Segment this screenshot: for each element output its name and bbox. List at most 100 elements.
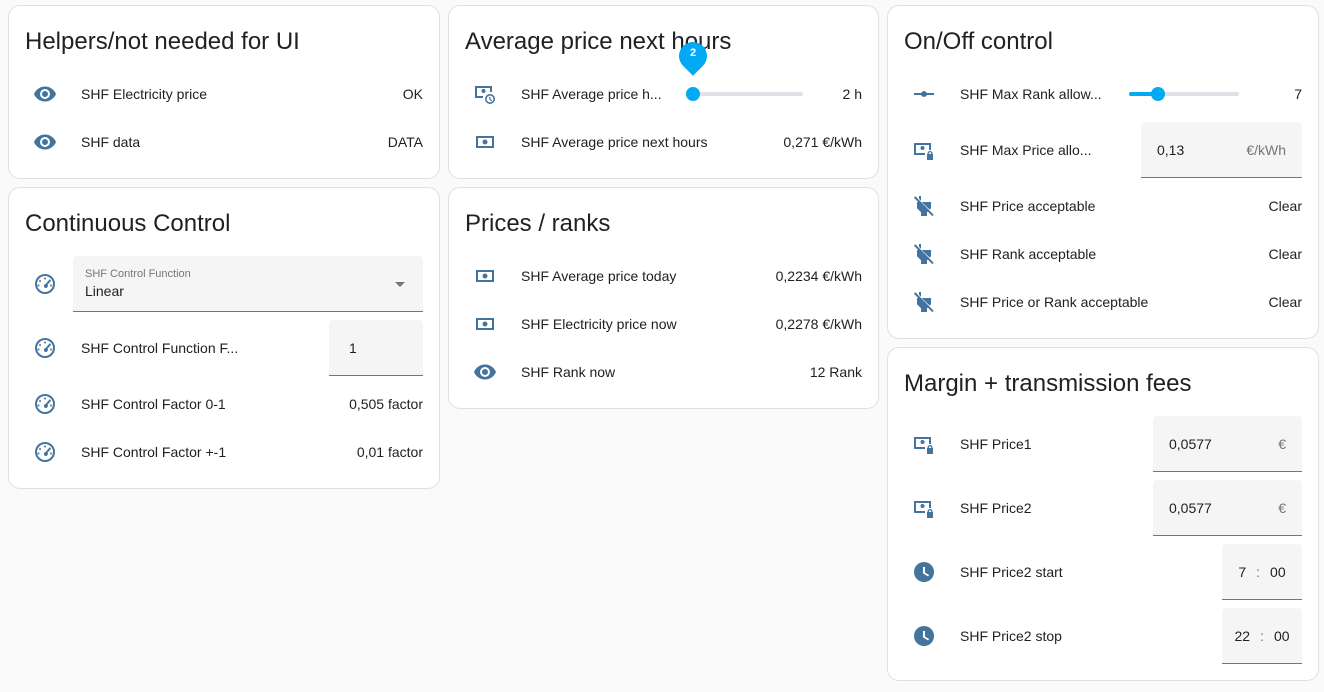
slider-pin-label: 2 [689,47,697,59]
card-title: Helpers/not needed for UI [25,28,300,55]
entity-row[interactable]: SHF Average price today 0,2234 €/kWh [465,264,862,288]
time-row: SHF Price2 stop 22 : 00 [904,608,1302,664]
entity-state: Clear [1268,198,1302,214]
input-value: 1 [349,339,357,356]
input-suffix: € [1278,499,1286,516]
time-hour[interactable]: 22 [1234,628,1250,644]
slider-knob[interactable] [1150,87,1165,101]
average-price-card: Average price next hours SHF Average pri… [448,5,879,179]
gauge-icon [25,272,65,296]
card-title: Continuous Control [25,210,231,237]
entity-label: SHF Average price h... [521,86,662,102]
time-minute[interactable]: 00 [1270,564,1286,580]
entity-label: SHF data [81,134,141,150]
helpers-card: Helpers/not needed for UI SHF Electricit… [8,5,440,179]
entity-label: SHF Price2 [960,500,1032,516]
entity-state: DATA [387,134,423,150]
gauge-icon [25,392,65,416]
continuous-control-card: Continuous Control SHF Control Function … [8,187,440,489]
onoff-control-card: On/Off control SHF Max Rank allow... 7 S… [887,5,1319,339]
card-title: Margin + transmission fees [904,370,1192,397]
gauge-icon [25,336,65,360]
entity-label: SHF Price or Rank acceptable [960,294,1149,310]
entity-row[interactable]: SHF data DATA [25,130,423,154]
slider-track [693,92,803,96]
entity-label: SHF Price2 stop [960,628,1062,644]
gauge-icon [25,440,65,464]
entity-state: Clear [1268,246,1302,262]
entity-state: 0,505 factor [349,396,423,412]
power-plug-off-icon [904,242,944,266]
entity-label: SHF Price2 start [960,564,1063,580]
entity-state: 12 Rank [809,364,862,380]
price1-input[interactable]: 0,0577 € [1153,416,1302,472]
entity-state: 0,2278 €/kWh [775,316,862,332]
entity-row[interactable]: SHF Rank now 12 Rank [465,360,862,384]
slider-row[interactable]: SHF Average price h... 2 2 h [465,36,862,106]
max-rank-slider[interactable] [1129,82,1239,106]
time-hour[interactable]: 7 [1238,564,1246,580]
select-value: Linear [85,283,124,299]
hours-slider[interactable]: 2 [673,36,803,106]
eye-icon [465,360,505,384]
entity-row[interactable]: SHF Price or Rank acceptable Clear [904,290,1302,314]
entity-state: OK [402,86,423,102]
time-row: SHF Price2 start 7 : 00 [904,544,1302,600]
cash-icon [465,312,505,336]
entity-label: SHF Control Function F... [81,340,239,356]
price2-stop-time-input[interactable]: 22 : 00 [1222,608,1302,664]
entity-row[interactable]: SHF Electricity price OK [25,82,423,106]
entity-row[interactable]: SHF Control Factor +-1 0,01 factor [25,440,423,464]
slider-knob[interactable] [686,87,700,101]
entity-label: SHF Max Price allo... [960,142,1092,158]
power-plug-off-icon [904,194,944,218]
slider-value: 2 h [842,86,862,102]
clock-icon [904,624,944,648]
entity-row[interactable]: SHF Electricity price now 0,2278 €/kWh [465,312,862,336]
control-function-factor-input[interactable]: 1 [329,320,423,376]
entity-state: 0,01 factor [356,444,423,460]
time-minute[interactable]: 00 [1274,628,1290,644]
cash-lock-icon [904,496,944,520]
entity-label: SHF Control Factor 0-1 [81,396,226,412]
input-row: SHF Max Price allo... 0,13 €/kWh [904,122,1302,178]
entity-label: SHF Price1 [960,436,1032,452]
entity-state: 0,271 €/kWh [783,134,862,150]
cash-lock-icon [904,432,944,456]
control-function-select[interactable]: SHF Control Function Linear [73,256,423,312]
max-price-input[interactable]: 0,13 €/kWh [1141,122,1302,178]
card-title: Prices / ranks [465,210,611,237]
entity-label: SHF Electricity price [81,86,208,102]
entity-row[interactable]: SHF Control Factor 0-1 0,505 factor [25,392,423,416]
entity-label: SHF Rank now [521,364,616,380]
entity-label: SHF Average price today [521,268,677,284]
prices-ranks-card: Prices / ranks SHF Average price today 0… [448,187,879,409]
cash-icon [465,264,505,288]
price2-start-time-input[interactable]: 7 : 00 [1222,544,1302,600]
select-row: SHF Control Function Linear [25,256,423,312]
entity-row[interactable]: SHF Price acceptable Clear [904,194,1302,218]
input-suffix: €/kWh [1246,141,1286,158]
input-value: 0,0577 [1169,499,1212,516]
time-separator: : [1260,627,1264,644]
price2-input[interactable]: 0,0577 € [1153,480,1302,536]
entity-label: SHF Rank acceptable [960,246,1097,262]
entity-state: Clear [1268,294,1302,310]
slider-value: 7 [1294,86,1302,102]
entity-state: 0,2234 €/kWh [775,268,862,284]
cash-icon [465,130,505,154]
clock-icon [904,560,944,584]
time-separator: : [1256,563,1261,580]
card-title: On/Off control [904,28,1053,55]
entity-row[interactable]: SHF Average price next hours 0,271 €/kWh [465,130,862,154]
entity-row[interactable]: SHF Rank acceptable Clear [904,242,1302,266]
margin-fees-card: Margin + transmission fees SHF Price1 0,… [887,347,1319,681]
entity-label: SHF Price acceptable [960,198,1096,214]
input-row: SHF Price1 0,0577 € [904,416,1302,472]
cash-clock-icon [465,82,505,106]
eye-icon [25,130,65,154]
input-row: SHF Control Function F... 1 [25,320,423,376]
input-suffix: € [1278,435,1286,452]
entity-label: SHF Electricity price now [521,316,677,332]
slider-row[interactable]: SHF Max Rank allow... 7 [904,82,1302,106]
